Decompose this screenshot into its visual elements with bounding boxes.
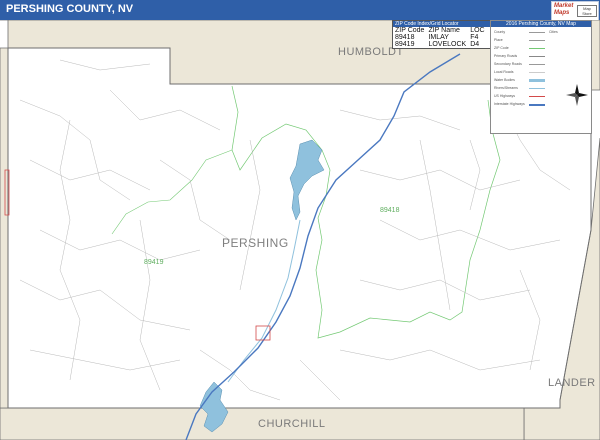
legend-label: Place (494, 38, 503, 42)
legend-symbol (529, 88, 545, 89)
title-bar: PERSHING COUNTY, NV Market Maps Map Stor… (0, 0, 600, 21)
legend-symbol (529, 32, 545, 33)
legend-symbol (529, 72, 545, 73)
compass-rose-icon (566, 84, 588, 106)
column-header: ZIP Name (428, 27, 460, 34)
map-legend: 2016 Pershing County, NV Map County Citie… (490, 20, 592, 134)
legend-label: Secondary Roads (494, 62, 522, 66)
legend-row: Secondary Roads (493, 62, 589, 66)
map-title: PERSHING COUNTY, NV (6, 3, 134, 15)
legend-symbol (529, 96, 545, 97)
local-roads (19, 59, 571, 401)
table-cell: D4 (470, 41, 480, 48)
zip-boundary-89418 (231, 85, 501, 339)
legend-symbol (529, 40, 545, 41)
logo-badge: Map Store (577, 5, 597, 17)
legend-label: US Highways (494, 94, 516, 98)
legend-label: ZIP Code (494, 46, 509, 50)
county-label-lander: LANDER (548, 377, 596, 389)
legend-label: Primary Roads (494, 54, 518, 58)
legend-row: ZIP Code (493, 46, 589, 50)
table-cell: F4 (470, 34, 479, 41)
legend-symbol (529, 64, 545, 65)
legend-symbol (529, 79, 545, 82)
legend-row: County Cities (493, 30, 589, 34)
column-header: LOC (470, 27, 485, 34)
legend-symbol (529, 48, 545, 49)
table-cell: 89419 (395, 41, 415, 48)
legend-row: Water Bodies (493, 78, 589, 82)
legend-symbol (529, 56, 545, 57)
county-label-churchill: CHURCHILL (258, 418, 326, 430)
legend-title: 2016 Pershing County, NV Map (491, 21, 591, 27)
column-header: ZIP Code (395, 27, 425, 34)
table-cell: IMLAY (428, 34, 449, 41)
water-body-rye-patch (289, 139, 325, 221)
table-row: 89418 IMLAY F4 (393, 34, 487, 41)
legend-row: Local Roads (493, 70, 589, 74)
table-cell: LOVELOCK (428, 41, 467, 48)
legend-label: Rivers/Streams (494, 86, 518, 90)
zip-table: ZIP Code ZIP Name LOC 89418 IMLAY F4 894… (393, 27, 487, 48)
legend-row: Primary Roads (493, 54, 589, 58)
logo-text: Market Maps (554, 3, 574, 16)
zip-boundary-west (111, 149, 233, 235)
west-county-area (0, 47, 9, 409)
legend-symbol (529, 104, 545, 106)
zip-label-89419: 89419 (144, 259, 164, 266)
lander-county-area (523, 137, 600, 440)
legend-label: Local Roads (494, 70, 514, 74)
table-cell: 89418 (395, 34, 415, 41)
legend-row: Place (493, 38, 589, 42)
legend-label: Water Bodies (494, 78, 515, 82)
legend-label: Interstate Highways (494, 102, 525, 106)
table-header-row: ZIP Code ZIP Name LOC (393, 27, 487, 34)
zip-label-89418: 89418 (380, 207, 400, 214)
legend-label: County (494, 30, 506, 34)
table-row: 89419 LOVELOCK D4 (393, 41, 487, 48)
county-label-pershing: PERSHING (222, 236, 289, 250)
logo: Market Maps Map Store (551, 1, 599, 21)
legend-right-label: Cities (549, 30, 558, 34)
zip-index-table: ZIP Code Index/Grid Locator ZIP Code ZIP… (392, 20, 492, 49)
